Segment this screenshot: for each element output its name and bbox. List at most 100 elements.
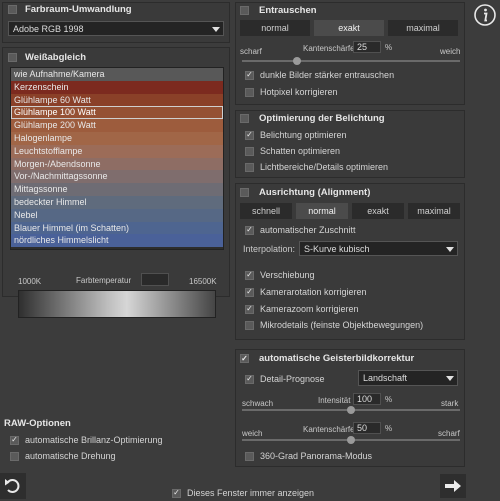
- temp-label: Farbtemperatur: [76, 276, 132, 285]
- temp-gradient-slider[interactable]: [18, 290, 216, 318]
- exposure-header[interactable]: Optimierung der Belichtung: [240, 113, 385, 124]
- color-space-select[interactable]: Adobe RGB 1998: [8, 21, 224, 36]
- ghost-checkbox[interactable]: ✓: [240, 354, 249, 363]
- optimize-exposure-checkbox[interactable]: ✓: [245, 130, 254, 140]
- panorama-checkbox[interactable]: [245, 451, 254, 461]
- white-balance-item[interactable]: Glühlampe 100 Watt: [11, 106, 223, 120]
- intensity-slider-knob[interactable]: [347, 406, 355, 414]
- always-show-checkbox[interactable]: ✓: [172, 488, 181, 498]
- denoise-mode-maximal[interactable]: maximal: [388, 20, 458, 36]
- optimize-exposure-option[interactable]: ✓ Belichtung optimieren: [245, 130, 347, 140]
- shift-checkbox[interactable]: ✓: [245, 270, 254, 280]
- optimize-shadows-checkbox[interactable]: [245, 146, 254, 156]
- auto-rotate-option[interactable]: automatische Drehung: [10, 451, 116, 461]
- back-button[interactable]: [0, 473, 26, 499]
- dark-images-checkbox[interactable]: ✓: [245, 70, 254, 80]
- denoise-mode-exakt[interactable]: exakt: [314, 20, 384, 36]
- temp-input[interactable]: [141, 273, 169, 286]
- white-balance-item[interactable]: Mittagssonne: [11, 183, 223, 196]
- alignment-mode-schnell[interactable]: schnell: [240, 203, 292, 219]
- always-show-option[interactable]: ✓ Dieses Fenster immer anzeigen: [172, 488, 314, 498]
- ghost-edge-label: Kantenschärfe: [303, 425, 355, 434]
- denoise-checkbox[interactable]: [240, 6, 249, 15]
- info-icon[interactable]: [473, 3, 497, 27]
- alignment-mode-normal[interactable]: normal: [296, 203, 348, 219]
- interpolation-select[interactable]: S-Kurve kubisch: [299, 241, 458, 256]
- white-balance-item[interactable]: Glühlampe 200 Watt: [11, 119, 223, 132]
- denoise-edge-slider[interactable]: [242, 60, 460, 62]
- auto-crop-checkbox[interactable]: ✓: [245, 225, 254, 235]
- auto-brilliance-label: automatische Brillanz-Optimierung: [25, 435, 163, 445]
- optimize-highlights-checkbox[interactable]: [245, 162, 254, 172]
- temp-max-label: 16500K: [189, 277, 217, 286]
- alignment-mode-exakt[interactable]: exakt: [352, 203, 404, 219]
- optimize-shadows-label: Schatten optimieren: [260, 146, 341, 156]
- rotation-label: Kamerarotation korrigieren: [260, 287, 367, 297]
- dark-images-option[interactable]: ✓ dunkle Bilder stärker entrauschen: [245, 70, 394, 80]
- panorama-option[interactable]: 360-Grad Panorama-Modus: [245, 451, 372, 461]
- optimize-exposure-label: Belichtung optimieren: [260, 130, 347, 140]
- exposure-checkbox[interactable]: [240, 114, 249, 123]
- denoise-edge-label: Kantenschärfe: [303, 44, 355, 53]
- hotpixel-option[interactable]: Hotpixel korrigieren: [245, 87, 338, 97]
- auto-brilliance-checkbox[interactable]: ✓: [10, 435, 19, 445]
- optimize-highlights-option[interactable]: Lichtbereiche/Details optimieren: [245, 162, 388, 172]
- white-balance-item[interactable]: Kerzenschein: [11, 80, 223, 94]
- alignment-header[interactable]: Ausrichtung (Alignment): [240, 187, 370, 198]
- white-balance-item[interactable]: Leuchtstofflampe: [11, 144, 223, 158]
- white-balance-item[interactable]: bedeckter Himmel: [11, 195, 223, 209]
- optimize-shadows-option[interactable]: Schatten optimieren: [245, 146, 340, 156]
- white-balance-item[interactable]: Nebel: [11, 208, 223, 222]
- intensity-weak-label: schwach: [242, 399, 274, 408]
- denoise-edge-input[interactable]: 25: [353, 41, 381, 53]
- shift-option[interactable]: ✓ Verschiebung: [245, 270, 315, 280]
- denoise-edge-slider-knob[interactable]: [292, 57, 301, 65]
- white-balance-checkbox[interactable]: [8, 53, 17, 62]
- ghost-edge-unit: %: [385, 424, 393, 433]
- white-balance-item[interactable]: Morgen-/Abendsonne: [11, 157, 223, 171]
- white-balance-item[interactable]: nördliches Himmelslicht: [11, 234, 223, 248]
- white-balance-list[interactable]: wie Aufnahme/Kamera Kerzenschein Glühlampe…: [10, 67, 224, 250]
- color-space-checkbox[interactable]: [8, 5, 17, 14]
- undo-arrow-icon: [5, 479, 20, 493]
- auto-brilliance-option[interactable]: ✓ automatische Brillanz-Optimierung: [10, 435, 163, 445]
- edge-soft-label: weich: [242, 429, 263, 438]
- ghost-edge-input[interactable]: 50: [353, 422, 381, 434]
- alignment-mode-maximal[interactable]: maximal: [408, 203, 460, 219]
- auto-rotate-checkbox[interactable]: [10, 451, 19, 461]
- white-balance-item[interactable]: Glühlampe 60 Watt: [11, 93, 223, 107]
- white-balance-item[interactable]: Vor-/Nachmittagssonne: [11, 170, 223, 184]
- ghost-preset-value: Landschaft: [363, 373, 408, 383]
- auto-crop-label: automatischer Zuschnitt: [260, 225, 356, 235]
- hotpixel-checkbox[interactable]: [245, 87, 254, 97]
- white-balance-item[interactable]: wie Aufnahme/Kamera: [11, 68, 223, 81]
- micro-details-option[interactable]: Mikrodetails (feinste Objektbewegungen): [245, 320, 423, 330]
- raw-options-title: RAW-Optionen: [4, 418, 71, 429]
- alignment-checkbox[interactable]: [240, 188, 249, 197]
- ghost-preset-select[interactable]: Landschaft: [358, 370, 458, 386]
- white-balance-item[interactable]: Halogenlampe: [11, 131, 223, 145]
- detail-forecast-checkbox[interactable]: ✓: [245, 374, 254, 384]
- white-balance-item[interactable]: Blauer Himmel (im Schatten): [11, 221, 223, 235]
- next-button[interactable]: [440, 474, 466, 498]
- rotation-checkbox[interactable]: ✓: [245, 287, 254, 297]
- color-space-header[interactable]: Farbraum-Umwandlung: [8, 4, 132, 15]
- micro-details-checkbox[interactable]: [245, 320, 254, 330]
- zoom-option[interactable]: ✓ Kamerazoom korrigieren: [245, 304, 359, 314]
- ghost-title: automatische Geisterbildkorrektur: [259, 353, 415, 364]
- denoise-title: Entrauschen: [259, 5, 317, 16]
- shift-label: Verschiebung: [260, 270, 315, 280]
- rotation-option[interactable]: ✓ Kamerarotation korrigieren: [245, 287, 367, 297]
- detail-forecast-option[interactable]: ✓ Detail-Prognose: [245, 374, 325, 384]
- denoise-mode-normal[interactable]: normal: [240, 20, 310, 36]
- denoise-header[interactable]: Entrauschen: [240, 5, 317, 16]
- white-balance-header[interactable]: Weißabgleich: [8, 52, 86, 63]
- auto-crop-option[interactable]: ✓ automatischer Zuschnitt: [245, 225, 356, 235]
- ghost-header[interactable]: ✓ automatische Geisterbildkorrektur: [240, 353, 414, 364]
- zoom-checkbox[interactable]: ✓: [245, 304, 254, 314]
- ghost-edge-slider-knob[interactable]: [347, 436, 355, 444]
- dark-images-label: dunkle Bilder stärker entrauschen: [260, 70, 395, 80]
- intensity-input[interactable]: 100: [353, 393, 381, 405]
- denoise-mode-selector: normal exakt maximal: [240, 20, 458, 36]
- temp-min-label: 1000K: [18, 277, 42, 286]
